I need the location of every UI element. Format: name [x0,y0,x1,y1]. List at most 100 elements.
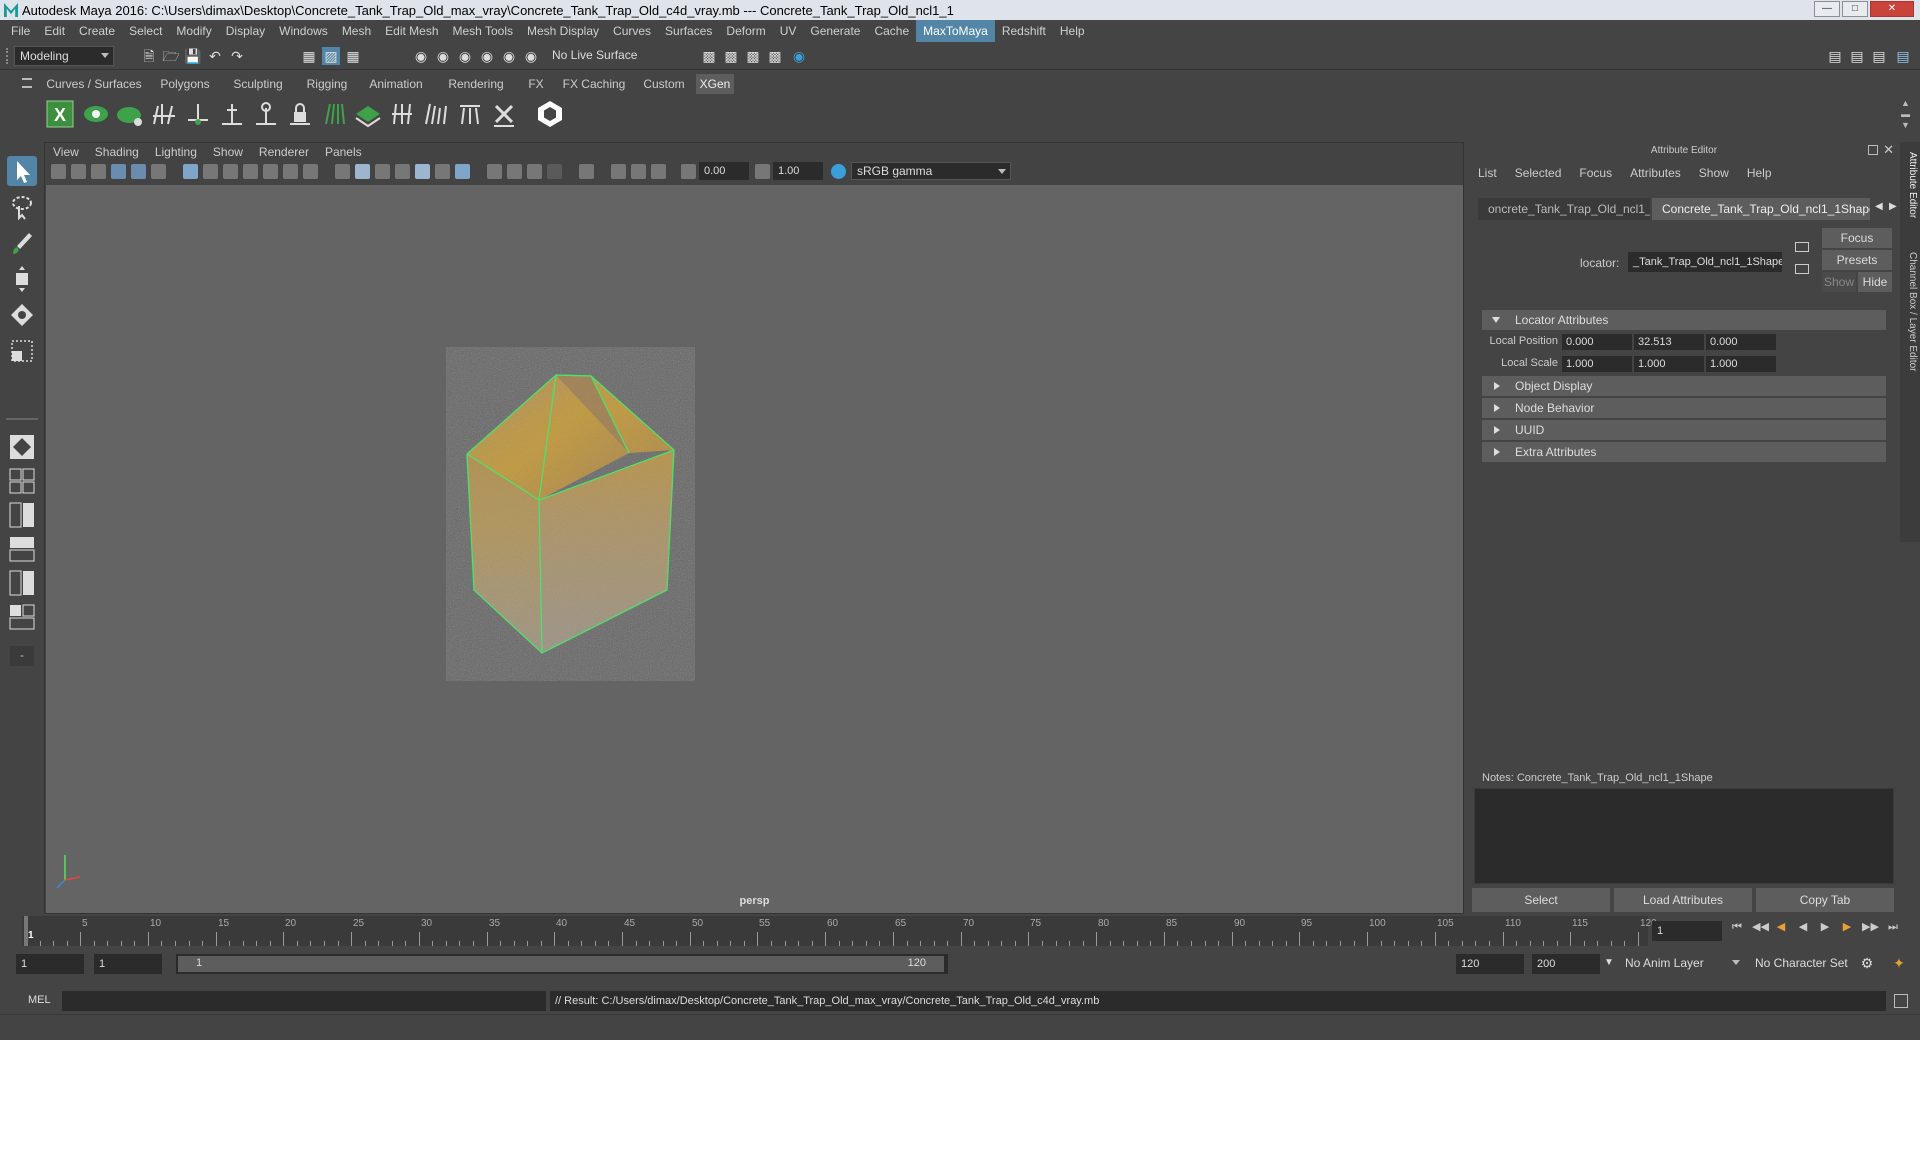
menu-generate[interactable]: Generate [803,20,867,42]
current-frame-field[interactable]: 1 [1652,921,1722,941]
xray-components-icon[interactable] [527,164,542,179]
object-display-section[interactable]: Object Display [1482,376,1886,396]
notes-textarea[interactable] [1474,788,1894,884]
locator-attributes-section[interactable]: Locator Attributes [1482,310,1886,330]
camera-attr-icon[interactable] [71,164,86,179]
close-panel-icon[interactable]: ✕ [1883,142,1894,158]
xgen-guides-icon[interactable] [150,100,178,128]
load-attributes-button[interactable]: Load Attributes [1614,888,1752,912]
menu-cache[interactable]: Cache [867,20,916,42]
shadows-icon[interactable] [455,164,470,179]
script-language-label[interactable]: MEL [28,994,51,1006]
default-light-icon[interactable] [375,164,390,179]
tab-transform[interactable]: oncrete_Tank_Trap_Old_ncl1_1 [1478,198,1650,220]
local-scale-x-field[interactable]: 1.000 [1562,356,1632,372]
select-button[interactable]: Select [1472,888,1610,912]
extra-attributes-section[interactable]: Extra Attributes [1482,442,1886,462]
menu-surfaces[interactable]: Surfaces [658,20,719,42]
menu-uv[interactable]: UV [773,20,804,42]
channel-box-icon[interactable]: ▤ [1848,47,1866,65]
resolution-gate-icon[interactable] [223,164,238,179]
open-scene-icon[interactable]: 🗁 [162,47,180,65]
range-options-icon[interactable]: ▼ [1600,954,1618,972]
anim-layer-dropdown[interactable]: No Anim Layer [1620,954,1744,974]
viewport-menu-view[interactable]: View [53,145,79,159]
snap-curve-icon[interactable]: ◉ [434,47,452,65]
range-slider-bar[interactable]: 1 120 [176,954,948,974]
playback-end-field[interactable]: 120 [1456,954,1524,974]
xray-icon[interactable] [487,164,502,179]
local-position-y-field[interactable]: 32.513 [1634,334,1704,350]
menu-windows[interactable]: Windows [272,20,335,42]
attr-menu-selected[interactable]: Selected [1515,166,1562,180]
xgen-add-guide-icon[interactable] [184,100,212,128]
shelf-tab-fx-caching[interactable]: FX Caching [556,74,632,94]
presets-button[interactable]: Presets [1822,250,1892,270]
shelf-tab-curves-surfaces[interactable]: Curves / Surfaces [42,74,146,94]
local-position-x-field[interactable]: 0.000 [1562,334,1632,350]
viewport-menu-renderer[interactable]: Renderer [259,145,309,159]
auto-key-icon[interactable]: ⚙ [1858,954,1876,972]
snap-grid-icon[interactable]: ◉ [412,47,430,65]
shelf-tab-fx[interactable]: FX [522,74,550,94]
shelf-tab-polygons[interactable]: Polygons [152,74,218,94]
menu-modify[interactable]: Modify [169,20,218,42]
wireframe-icon[interactable] [335,164,350,179]
tab-prev-icon[interactable]: ◀ [1875,201,1883,212]
script-editor-icon[interactable] [1894,994,1908,1008]
menu-redshift[interactable]: Redshift [995,20,1053,42]
persp-outliner-icon[interactable] [7,534,37,564]
concrete-tank-trap-mesh[interactable] [467,375,674,653]
attribute-editor-side-tab[interactable]: Attribute Editor [1902,152,1918,218]
camera-select-icon[interactable] [51,164,66,179]
side-by-side-view-icon[interactable] [7,500,37,530]
go-to-start-icon[interactable]: ⏮ [1730,920,1744,934]
attr-menu-list[interactable]: List [1478,166,1497,180]
snap-view-icon[interactable]: ◉ [478,47,496,65]
shelf-scroll-icon[interactable]: ▲ ▬ ▼ [1901,98,1910,131]
render-view-icon[interactable]: ◉ [790,47,808,65]
node-behavior-section[interactable]: Node Behavior [1482,398,1886,418]
outliner-icon[interactable]: ▤ [1870,47,1888,65]
attribute-editor-toggle-icon[interactable]: ▤ [1894,47,1912,65]
shelf-tab-rigging[interactable]: Rigging [298,74,356,94]
go-to-end-icon[interactable]: ⏭ [1886,920,1900,934]
shelf-tab-rendering[interactable]: Rendering [437,74,515,94]
xgen-icon[interactable]: X [46,100,74,128]
playback-start-field[interactable]: 1 [94,954,162,974]
use-all-lights-icon[interactable] [435,164,450,179]
smooth-shade-icon[interactable] [355,164,370,179]
paint-icon[interactable] [7,228,37,258]
minimize-icon[interactable]: — [1814,1,1840,17]
prev-key-icon[interactable]: ◀ [1774,920,1788,934]
attr-menu-help[interactable]: Help [1747,166,1772,180]
new-scene-icon[interactable]: 🗎 [140,47,158,65]
wire-on-shaded-icon[interactable] [395,164,410,179]
show-button[interactable]: Show [1822,272,1856,292]
current-time-marker[interactable] [24,916,28,946]
xgen-layers-icon[interactable] [354,100,382,128]
isolate-select-icon[interactable] [579,164,594,179]
hypershade-icon[interactable]: ▩ [766,47,784,65]
scale-icon[interactable] [7,336,37,366]
two-d-pan-icon[interactable] [131,164,146,179]
xgen-delete-icon[interactable] [490,100,518,128]
menu-edit[interactable]: Edit [37,20,72,42]
locator-name-field[interactable]: _Tank_Trap_Old_ncl1_1Shape [1628,252,1782,272]
attr-menu-focus[interactable]: Focus [1579,166,1612,180]
next-key-icon[interactable]: ▶ [1840,920,1854,934]
color-space-dropdown[interactable]: sRGB gamma [851,162,1011,180]
film-gate-icon[interactable] [203,164,218,179]
bookmark-icon[interactable] [91,164,106,179]
backface-icon[interactable] [547,164,562,179]
live-surface-field[interactable]: No Live Surface [552,48,637,62]
anim-prefs-icon[interactable]: ✦ [1890,954,1908,972]
toolbox-more-icon[interactable]: - [10,646,34,666]
viewport-menu-lighting[interactable]: Lighting [155,145,197,159]
undo-icon[interactable]: ↶ [206,47,224,65]
show-input-icon[interactable] [1795,264,1809,274]
ipr-render-icon[interactable]: ▩ [722,47,740,65]
gamma-field[interactable]: 1.00 [773,162,823,180]
copy-tab-button[interactable]: Copy Tab [1756,888,1894,912]
time-ruler[interactable]: 1 5 10 15 20 25 30 35 40 45 50 55 60 65 70 75 80 85 90 95 10… [22,916,1657,946]
